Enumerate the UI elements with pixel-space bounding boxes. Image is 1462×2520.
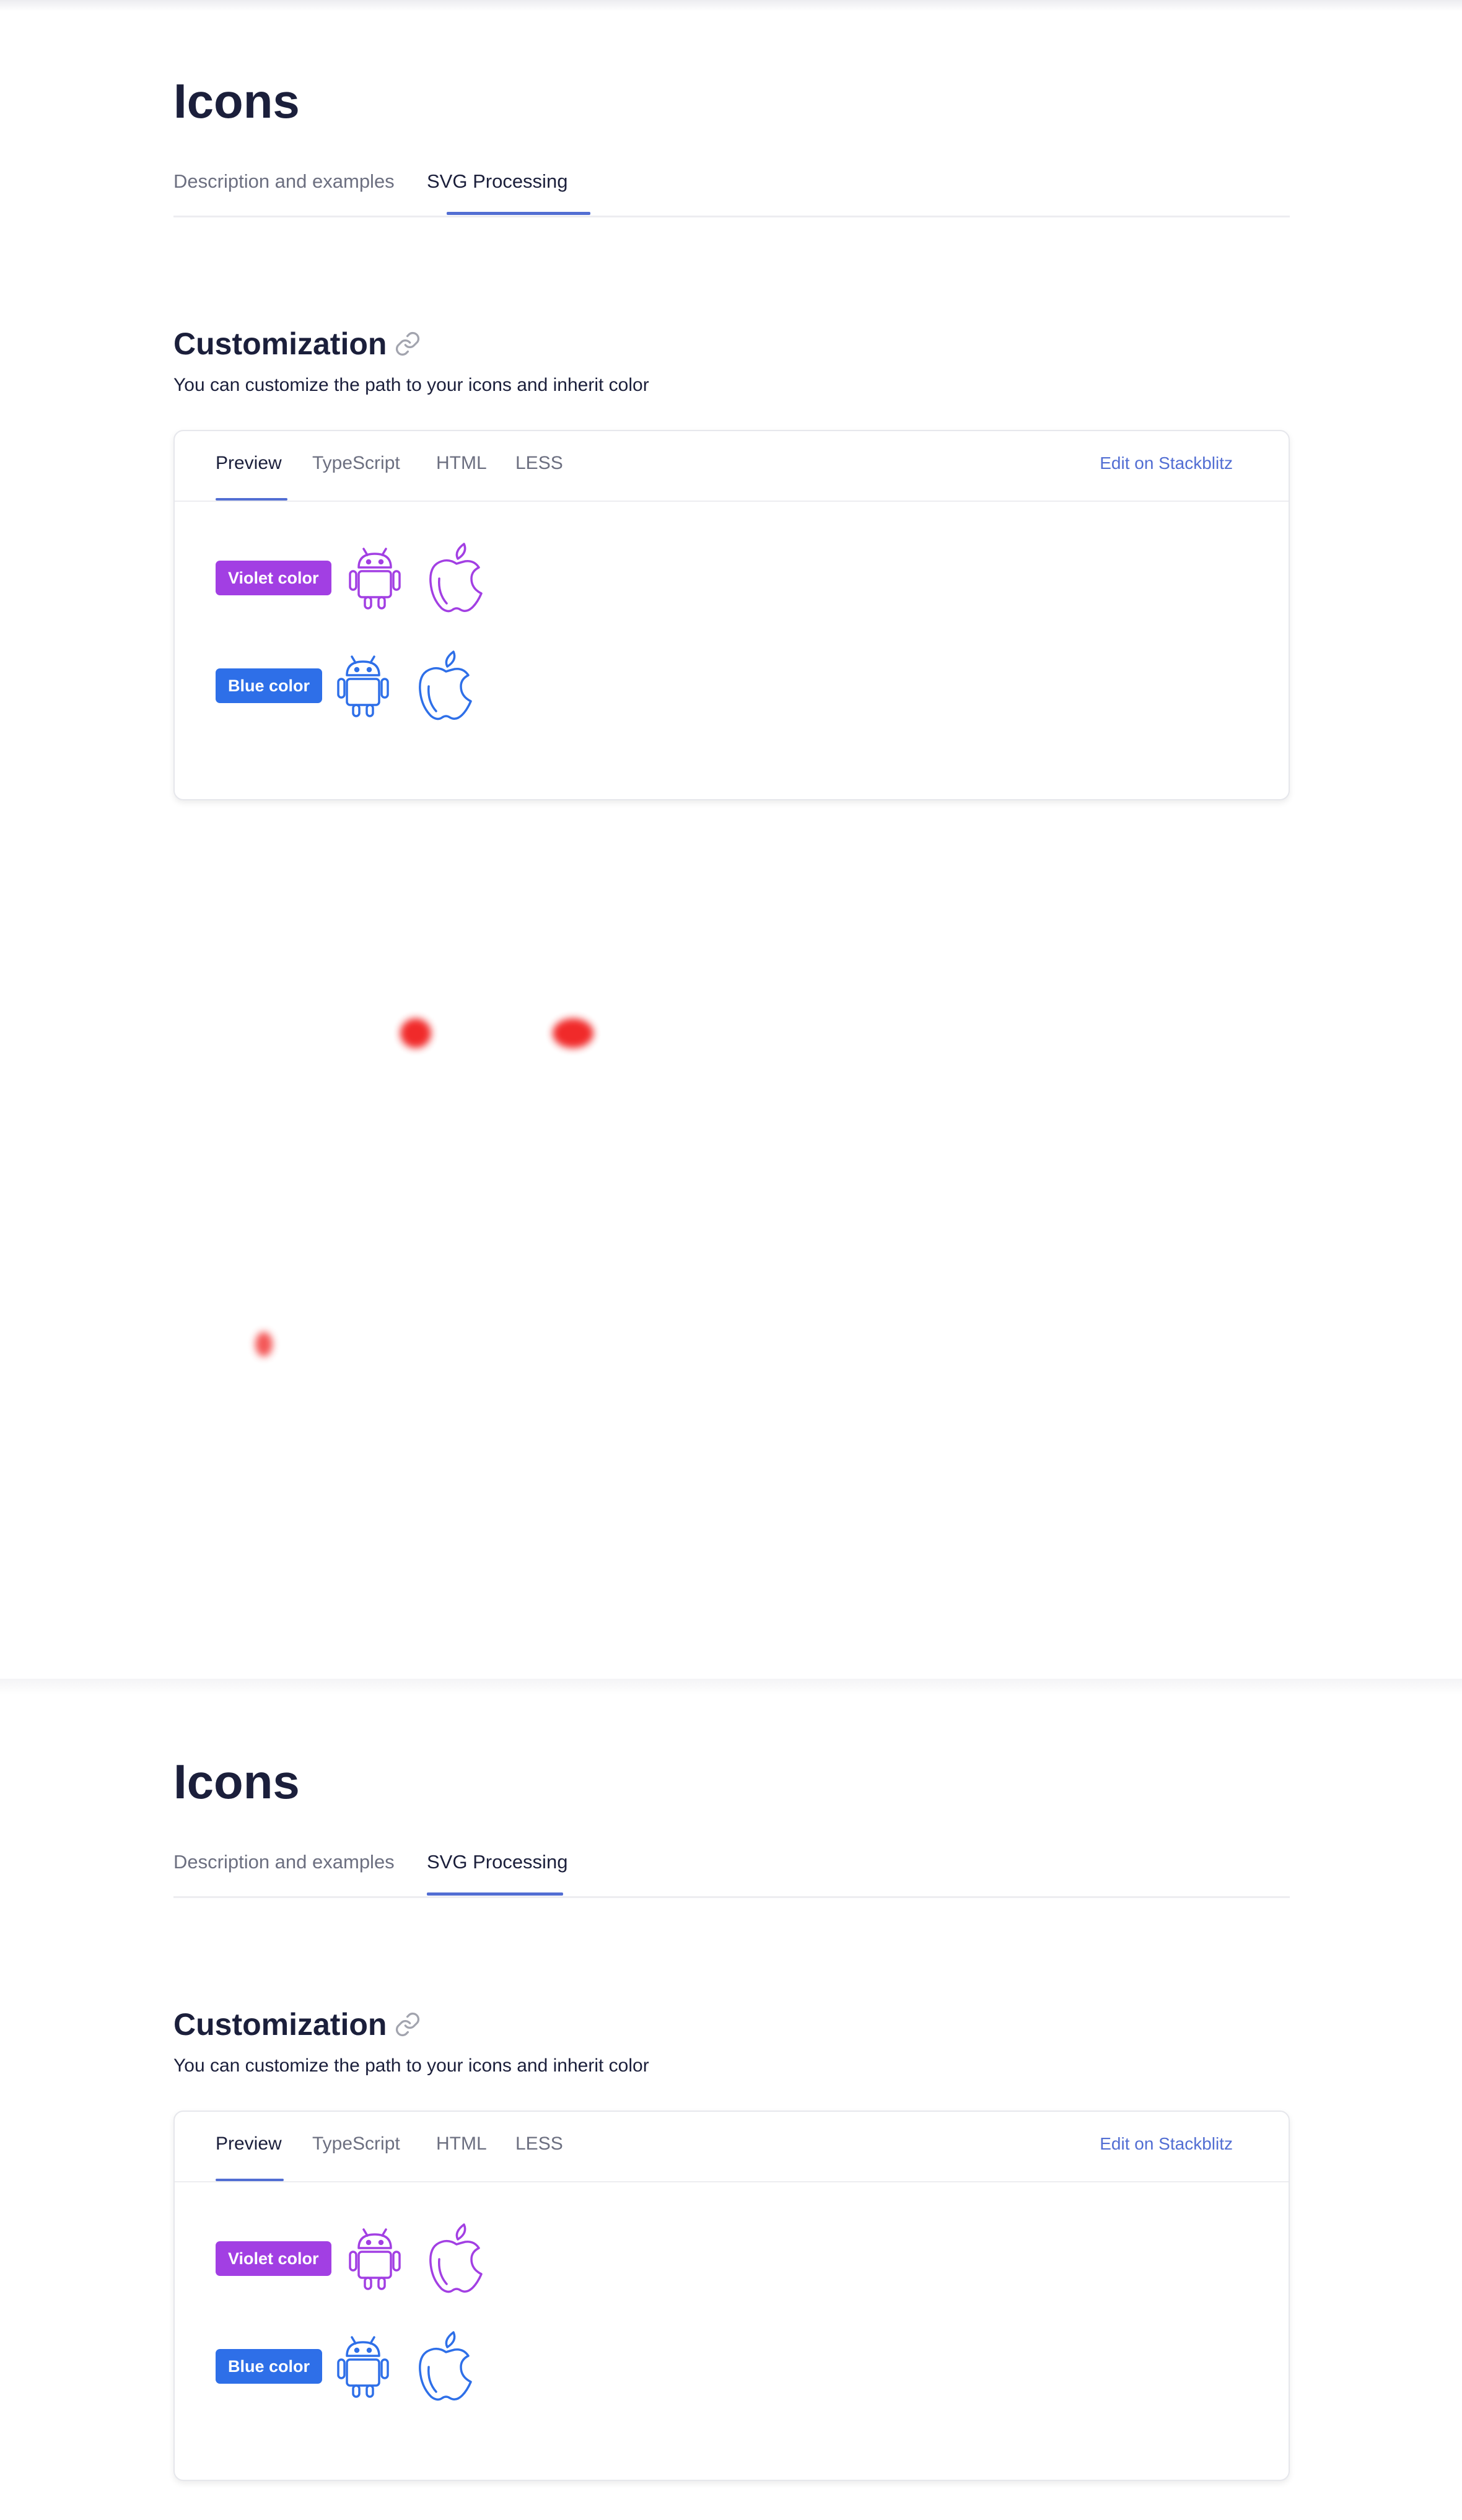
active-card-tab-indicator — [216, 498, 287, 501]
page-tabs: Description and examples SVG Processing — [173, 166, 1290, 217]
section-description: You can customize the path to your icons… — [173, 375, 649, 395]
example-card: Preview TypeScript HTML LESS Edit on Sta… — [173, 430, 1290, 800]
red-mark — [553, 1018, 593, 1048]
violet-badge: Violet color — [216, 2241, 331, 2276]
blue-badge: Blue color — [216, 2349, 323, 2384]
tab-typescript[interactable]: TypeScript — [312, 450, 400, 477]
android-icon — [345, 2226, 405, 2291]
blue-badge: Blue color — [216, 668, 323, 703]
section-title: Customization — [173, 326, 387, 361]
apple-icon — [415, 2330, 477, 2403]
violet-row: Violet color — [216, 2222, 488, 2295]
example-card: Preview TypeScript HTML LESS Edit on Sta… — [173, 2111, 1290, 2481]
android-icon — [333, 2334, 393, 2399]
tab-preview[interactable]: Preview — [216, 2130, 282, 2158]
page-tabs: Description and examples SVG Processing — [173, 1847, 1290, 1898]
tab-svg-processing[interactable]: SVG Processing — [427, 1847, 567, 1878]
apple-icon — [426, 2222, 488, 2295]
edit-on-stackblitz-link[interactable]: Edit on Stackblitz — [1100, 451, 1233, 476]
apple-icon — [415, 649, 477, 722]
page-title: Icons — [173, 74, 300, 128]
violet-row: Violet color — [216, 541, 488, 615]
section-heading: Customization — [173, 2003, 421, 2046]
section-heading: Customization — [173, 322, 421, 365]
active-tab-indicator — [427, 1892, 563, 1896]
card-tabs: Preview TypeScript HTML LESS Edit on Sta… — [175, 2112, 1289, 2182]
apple-icon — [426, 541, 488, 615]
screenshot-frame-2: Icons Description and examples SVG Proce… — [0, 1681, 1462, 2520]
card-tabs: Preview TypeScript HTML LESS Edit on Sta… — [175, 431, 1289, 502]
tab-description-and-examples[interactable]: Description and examples — [173, 166, 395, 197]
blue-row: Blue color — [216, 649, 477, 722]
page-title: Icons — [173, 1754, 300, 1809]
tab-html[interactable]: HTML — [436, 2130, 487, 2158]
section-title: Customization — [173, 2007, 387, 2042]
violet-badge: Violet color — [216, 561, 331, 595]
tab-less[interactable]: LESS — [515, 2130, 563, 2158]
link-icon[interactable] — [394, 2011, 421, 2038]
active-card-tab-indicator — [216, 2179, 284, 2181]
tab-svg-processing[interactable]: SVG Processing — [427, 166, 567, 197]
edit-on-stackblitz-link[interactable]: Edit on Stackblitz — [1100, 2132, 1233, 2156]
screenshot-frame-1: Icons Description and examples SVG Proce… — [0, 0, 1462, 1673]
red-mark — [255, 1332, 273, 1357]
section-description: You can customize the path to your icons… — [173, 2055, 649, 2076]
red-mark — [400, 1018, 431, 1048]
tab-typescript[interactable]: TypeScript — [312, 2130, 400, 2158]
link-icon[interactable] — [394, 330, 421, 357]
tab-less[interactable]: LESS — [515, 450, 563, 477]
blue-row: Blue color — [216, 2330, 477, 2403]
android-icon — [333, 653, 393, 719]
active-tab-indicator — [447, 212, 590, 215]
tab-description-and-examples[interactable]: Description and examples — [173, 1847, 395, 1878]
android-icon — [345, 545, 405, 611]
tab-html[interactable]: HTML — [436, 450, 487, 477]
tab-preview[interactable]: Preview — [216, 450, 282, 477]
